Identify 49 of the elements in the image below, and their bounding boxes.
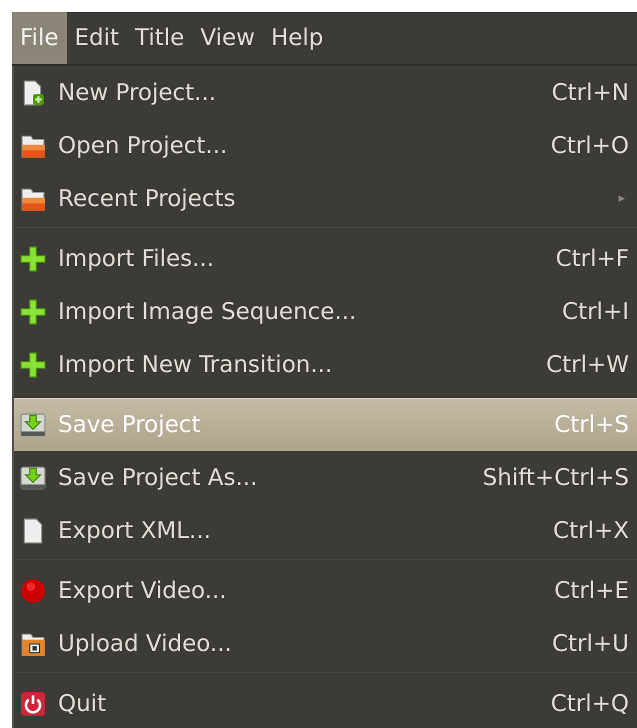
menu-item-label: Save Project <box>58 412 202 438</box>
record-icon <box>20 578 46 604</box>
menu-item-label: Import Files... <box>58 246 216 272</box>
shortcut-label: Ctrl+O <box>550 132 629 158</box>
shortcut-label: Ctrl+U <box>552 630 629 656</box>
shortcut-label: Ctrl+Q <box>550 690 629 716</box>
menu-item[interactable]: Import Files... Ctrl+F <box>14 232 637 285</box>
submenu-arrow-icon: ▸ <box>618 191 625 206</box>
plus-icon <box>20 298 46 324</box>
menu-item[interactable]: Import Image Sequence... Ctrl+I <box>14 285 637 338</box>
menu-item[interactable]: Import New Transition... Ctrl+W <box>14 338 637 391</box>
menu-item-label: Import Image Sequence... <box>58 298 358 324</box>
menu-item-label: Upload Video... <box>58 630 233 656</box>
menu-item-label: Recent Projects <box>58 186 236 212</box>
menu-item-label: New Project... <box>58 80 218 106</box>
menu-item-label: Save Project As... <box>58 464 258 490</box>
menu-title[interactable]: Title <box>127 12 192 64</box>
shortcut-label: Ctrl+F <box>556 246 629 272</box>
menu-item[interactable]: Save Project As... Shift+Ctrl+S <box>14 451 637 504</box>
shortcut-label: Ctrl+E <box>554 578 629 604</box>
menu-title[interactable]: View <box>192 12 263 64</box>
menu-item[interactable]: Upload Video... Ctrl+U <box>14 617 637 670</box>
menu-title[interactable]: Help <box>262 12 332 64</box>
folder-icon <box>20 186 46 212</box>
power-icon <box>20 690 46 716</box>
menu-title[interactable]: Edit <box>66 12 128 64</box>
menu-item-label: Import New Transition... <box>58 352 334 378</box>
menu-item[interactable]: Export XML... Ctrl+X <box>14 504 637 557</box>
menu-item[interactable]: Recent Projects ▸ <box>14 172 637 225</box>
folder-icon <box>20 630 46 656</box>
shortcut-label: Ctrl+X <box>553 518 629 544</box>
shortcut-label: Ctrl+I <box>562 298 629 324</box>
menu-item-label: Open Project... <box>58 132 228 158</box>
shortcut-label: Ctrl+W <box>546 352 629 378</box>
menu-item[interactable]: New Project... Ctrl+N <box>14 66 637 119</box>
drive-download-icon <box>20 412 46 438</box>
shortcut-label: Shift+Ctrl+S <box>482 464 629 490</box>
menu-item[interactable]: Quit Ctrl+Q <box>14 677 637 728</box>
menu-item-label: Export Video... <box>58 578 228 604</box>
menu-item-label: Export XML... <box>58 518 212 544</box>
plus-icon <box>20 246 46 272</box>
menu-item[interactable]: Export Video... Ctrl+E <box>14 564 637 617</box>
drive-download-icon <box>20 464 46 490</box>
shortcut-label: Ctrl+S <box>554 412 629 438</box>
plus-icon <box>20 352 46 378</box>
folder-icon <box>20 132 46 158</box>
shortcut-label: Ctrl+N <box>552 80 629 106</box>
menu-item-label: Quit <box>58 690 108 716</box>
menu-item[interactable]: Open Project... Ctrl+O <box>14 119 637 172</box>
